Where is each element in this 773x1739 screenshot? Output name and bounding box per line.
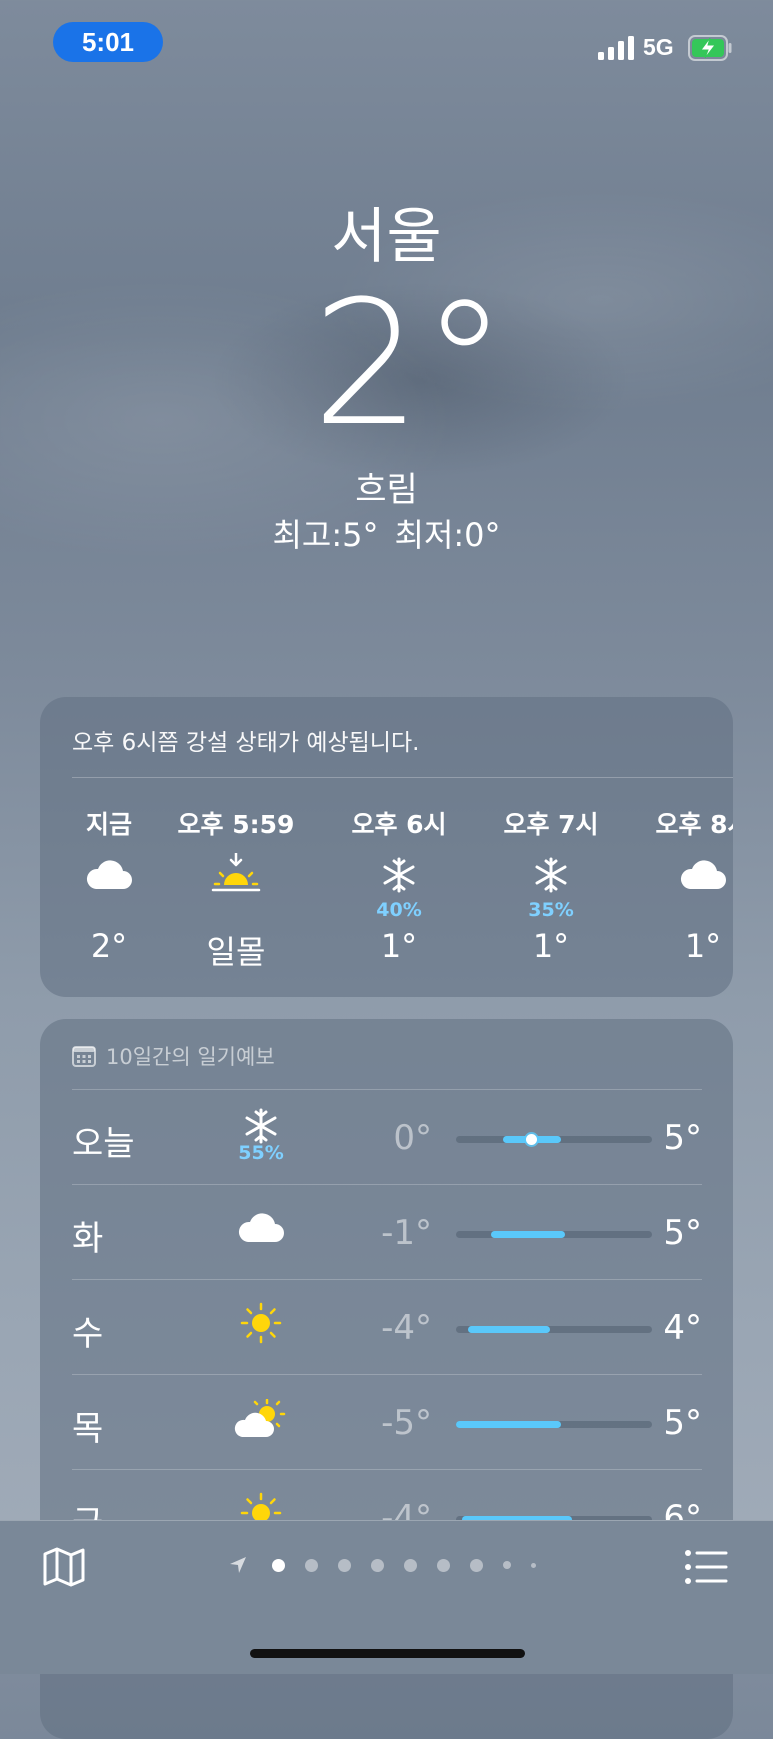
hourly-summary: 오후 6시쯤 강설 상태가 예상됩니다. [72, 730, 420, 756]
page-indicator[interactable] [228, 1555, 546, 1575]
forecast-row[interactable]: 화 -1° 5° [72, 1184, 702, 1280]
hour-item: 오후 7시 35% 1° [503, 810, 599, 965]
current-temperature: 2° [312, 263, 508, 464]
hourly-forecast-card[interactable]: 오후 6시쯤 강설 상태가 예상됩니다. 지금 2° 오후 5:59 일몰 오후 [40, 697, 733, 997]
city-name: 서울 [331, 202, 442, 272]
calendar-icon [72, 1046, 96, 1067]
page-dot[interactable] [305, 1558, 318, 1572]
snowflake-icon [535, 857, 567, 893]
daily-header: 10일간의 일기예보 [72, 1041, 275, 1071]
page-dot[interactable] [371, 1558, 384, 1572]
current-temp-marker [526, 1134, 537, 1145]
condition-text: 흐림 [355, 470, 418, 510]
status-time[interactable]: 5:01 [53, 22, 163, 62]
hour-item: 오후 6시 40% 1° [351, 810, 447, 965]
high-temp: 최고:5° [272, 516, 379, 554]
page-dot[interactable] [531, 1562, 536, 1568]
forecast-row[interactable]: 수 -4° 4° [72, 1279, 702, 1375]
location-arrow-icon [230, 1557, 246, 1573]
sunset-icon [211, 853, 261, 892]
map-icon[interactable] [42, 1545, 86, 1589]
low-temp: 최저:0° [394, 516, 501, 554]
page-dot[interactable] [503, 1561, 511, 1569]
temp-range-bar [456, 1134, 652, 1145]
temp-range-bar [456, 1421, 652, 1428]
list-icon[interactable] [684, 1547, 728, 1587]
page-dot[interactable] [338, 1558, 351, 1572]
page-dot[interactable] [404, 1558, 417, 1572]
cloud-icon [680, 860, 726, 889]
high-low: 최고:5° 최저:0° [0, 510, 773, 556]
divider [72, 777, 733, 778]
partly-sunny-icon [234, 1399, 286, 1437]
temp-range-bar [456, 1231, 652, 1238]
bottom-toolbar [0, 1520, 773, 1674]
hour-item: 오후 5:59 일몰 [177, 810, 295, 971]
home-indicator[interactable] [250, 1649, 525, 1658]
cloud-icon [238, 1213, 284, 1242]
forecast-row[interactable]: 오늘 55% 0° 5° [72, 1089, 702, 1185]
temp-range-bar [456, 1326, 652, 1333]
network-type: 5G [643, 34, 674, 60]
page-dot[interactable] [437, 1558, 450, 1572]
page-dot[interactable] [272, 1558, 285, 1572]
forecast-row[interactable]: 목 -5° 5° [72, 1374, 702, 1470]
sun-icon [240, 1302, 282, 1344]
hour-item: 오후 8시 1° [655, 810, 733, 965]
page-dot[interactable] [470, 1558, 483, 1572]
cloud-icon [86, 860, 132, 889]
status-bar: 5:01 5G [0, 0, 773, 90]
daily-title: 10일간의 일기예보 [106, 1045, 275, 1069]
snowflake-icon [245, 1108, 277, 1144]
snowflake-icon [383, 857, 415, 893]
battery-charging-icon [688, 35, 732, 61]
signal-icon [598, 36, 634, 60]
